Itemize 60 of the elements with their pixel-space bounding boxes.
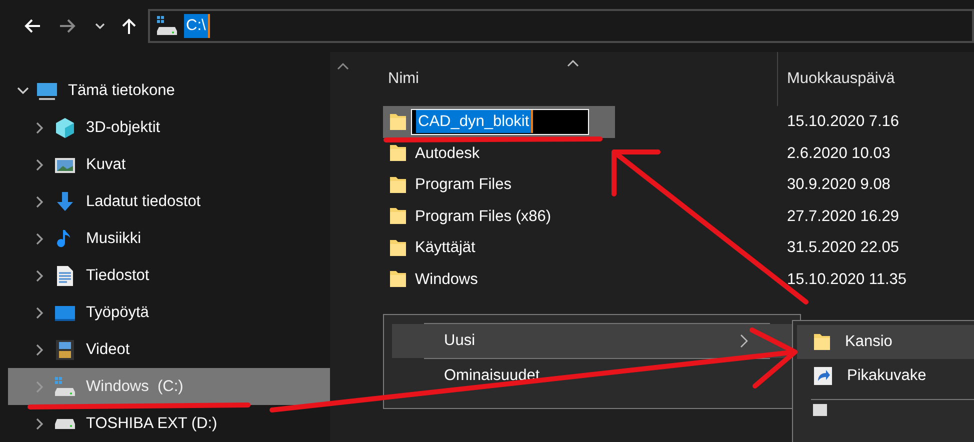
cube-icon — [54, 116, 76, 138]
folder-icon — [389, 206, 407, 226]
sidebar-item[interactable]: Ladatut tiedostot — [8, 183, 330, 220]
drive-icon — [54, 418, 76, 430]
folder-icon — [389, 238, 407, 258]
shortcut-icon — [813, 366, 833, 386]
file-name: Windows — [415, 270, 478, 290]
computer-icon — [36, 80, 58, 100]
column-header[interactable]: Nimi — [383, 67, 777, 91]
file-date: 15.10.2020 7.16 — [786, 112, 900, 132]
document-icon — [54, 264, 76, 286]
rename-field[interactable]: CAD_dyn_blokit — [411, 108, 589, 135]
file-name: Program Files — [415, 175, 512, 196]
download-arrow-icon — [54, 190, 76, 212]
caret-icon — [95, 22, 105, 30]
file-date: 31.5.2020 22.05 — [786, 238, 900, 258]
sidebar-item[interactable]: TOSHIBA EXT (D:) — [8, 405, 330, 442]
file-row[interactable]: Autodesk — [383, 138, 615, 169]
scroll-up-icon — [336, 62, 348, 71]
file-date: 15.10.2020 11.35 — [786, 270, 907, 290]
up-arrow-icon — [120, 17, 138, 35]
film-icon — [54, 338, 76, 360]
document-icon — [813, 404, 827, 416]
folder-icon — [813, 332, 831, 352]
address-field[interactable]: C:\ — [148, 9, 974, 43]
back-arrow-icon — [23, 17, 41, 35]
sidebar-item[interactable]: Windows (C:) — [8, 368, 330, 405]
file-row[interactable]: Program Files (x86) — [383, 200, 615, 232]
file-date: 30.9.2020 9.08 — [786, 175, 890, 196]
file-date: 2.6.2020 10.03 — [786, 144, 890, 164]
folder-icon — [389, 269, 407, 290]
file-date: 27.7.2020 16.29 — [786, 206, 900, 227]
folder-icon — [389, 174, 407, 195]
file-name: Autodesk — [415, 144, 480, 164]
file-name: Program Files (x86) — [415, 206, 552, 227]
system-drive-icon — [156, 15, 178, 37]
file-name: Käyttäjät — [415, 238, 476, 258]
sidebar-item[interactable]: Musiikki — [8, 220, 330, 257]
folder-icon — [389, 112, 407, 132]
column-header[interactable]: Muokkauspäivä — [777, 52, 895, 106]
menu-item[interactable]: Kansio — [797, 325, 974, 359]
file-row[interactable]: Windows — [383, 264, 615, 295]
sidebar-item[interactable]: Kuvat — [8, 146, 330, 183]
file-name: CAD_dyn_blokit — [416, 110, 534, 134]
sidebar-item[interactable]: Tiedostot — [8, 257, 330, 294]
menu-item[interactable]: Uusi — [392, 324, 792, 358]
system-drive-icon — [54, 376, 76, 398]
sort-caret-icon — [567, 60, 579, 68]
file-row[interactable]: Program Files — [383, 169, 615, 200]
forward-arrow-icon — [59, 17, 77, 35]
address-text: C:\ — [184, 14, 210, 38]
folder-icon — [389, 143, 407, 164]
sidebar-item[interactable]: Tämä tietokone — [8, 72, 330, 109]
menu-item[interactable]: Ominaisuudet — [392, 359, 792, 393]
sidebar-item[interactable]: Työpöytä — [8, 294, 330, 331]
file-row[interactable]: Käyttäjät — [383, 232, 615, 264]
sidebar-item[interactable]: Videot — [8, 331, 330, 368]
file-row[interactable]: CAD_dyn_blokit — [383, 106, 615, 138]
menu-item[interactable]: Pikakuvake — [797, 359, 974, 393]
sidebar-item[interactable]: 3D-objektit — [8, 109, 330, 146]
